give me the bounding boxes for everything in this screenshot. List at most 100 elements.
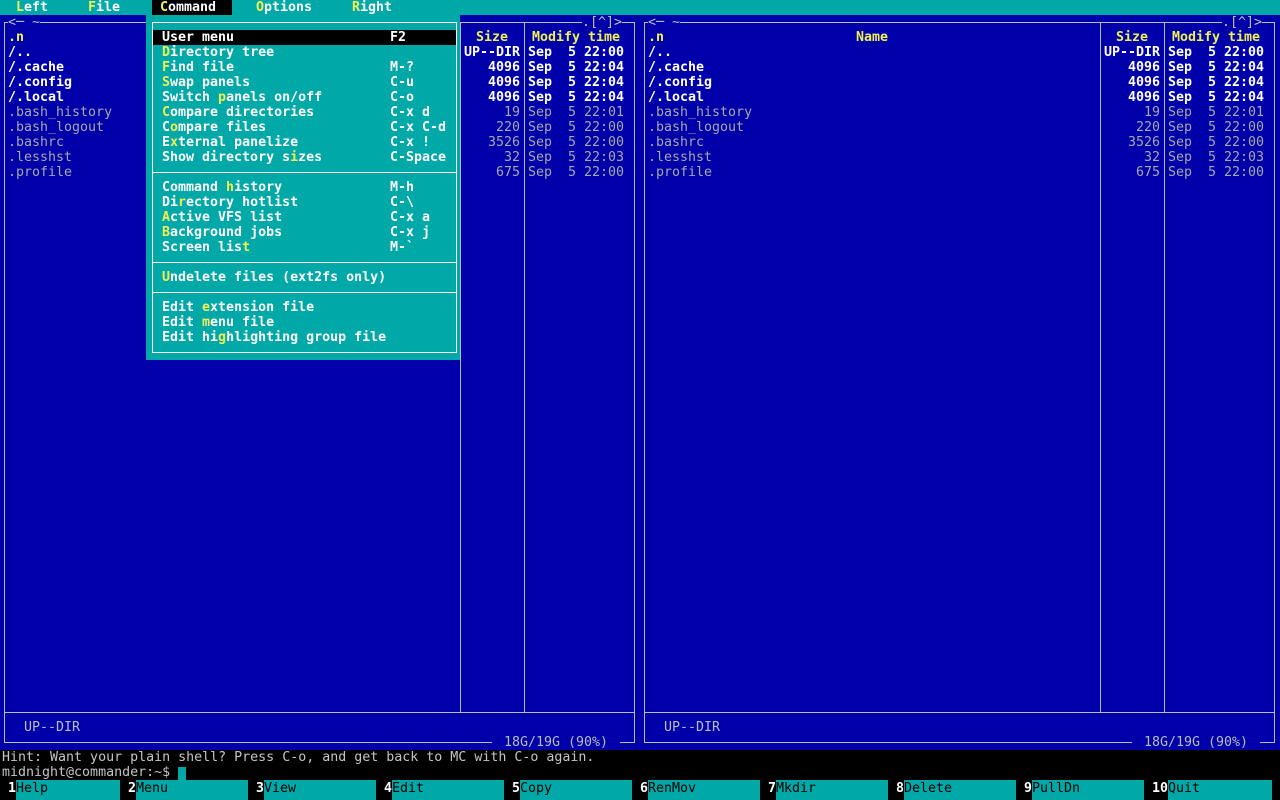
file-panel-right: <─ ~ .[^]> .n Name Size Modify time/.. UP--DIR… bbox=[640, 0, 1280, 750]
panel-ministatus-border bbox=[644, 712, 1275, 713]
menu-item-pre: Screen lis bbox=[162, 240, 243, 255]
menu-item-post: ackground jobs bbox=[170, 225, 283, 240]
fkey-3-view[interactable]: View bbox=[264, 780, 376, 800]
column-header-size[interactable]: Size bbox=[1104, 30, 1160, 45]
menu-item-shortcut: C-x d bbox=[390, 105, 431, 120]
file-row-profile[interactable]: .profile 675 Sep 5 22:00 bbox=[645, 165, 1275, 180]
file-mtime: Sep 5 22:04 bbox=[1168, 90, 1265, 105]
fkey-number-10[interactable]: 10 bbox=[1152, 780, 1168, 800]
menu-item-label: Screen list bbox=[162, 240, 250, 255]
menu-item-edit-highlighting-group-file[interactable]: Edit highlighting group file bbox=[153, 330, 456, 345]
menu-item-pre: Show directory s bbox=[162, 150, 291, 165]
menu-item-label: Compare files bbox=[162, 120, 266, 135]
file-row-config[interactable]: /.config 4096 Sep 5 22:04 bbox=[645, 75, 1275, 90]
file-name: /.local bbox=[648, 90, 705, 105]
menu-item-shortcut: M-` bbox=[390, 240, 415, 255]
menu-item-hotkey: p bbox=[218, 90, 227, 105]
file-mtime: Sep 5 22:04 bbox=[528, 90, 625, 105]
file-size: 19 bbox=[503, 105, 520, 120]
menu-item-background-jobs[interactable]: Background jobs C-x j bbox=[153, 225, 456, 240]
menu-item-directory-tree[interactable]: Directory tree bbox=[153, 45, 456, 60]
menu-item-command-history[interactable]: Command history M-h bbox=[153, 180, 456, 195]
file-name: .bashrc bbox=[8, 135, 65, 150]
menu-item-active-vfs-list[interactable]: Active VFS list C-x a bbox=[153, 210, 456, 225]
fkey-number-2[interactable]: 2 bbox=[128, 780, 136, 800]
fkey-9-pulldn[interactable]: PullDn bbox=[1032, 780, 1144, 800]
menu-item-swap-panels[interactable]: Swap panels C-u bbox=[153, 75, 456, 90]
function-key-bar: 1 Help 2 Menu 3 View 4 Edit 5 Copy 6 RenMov 7 Mkdir 8 D… bbox=[0, 780, 1280, 800]
file-name: /.. bbox=[648, 45, 673, 60]
file-mtime: Sep 5 22:00 bbox=[1168, 120, 1265, 135]
menu-item-edit-menu-file[interactable]: Edit menu file bbox=[153, 315, 456, 330]
file-mtime: Sep 5 22:00 bbox=[528, 135, 625, 150]
file-row-local[interactable]: /.local 4096 Sep 5 22:04 bbox=[645, 90, 1275, 105]
column-header-mtime[interactable]: Modify time bbox=[528, 30, 624, 45]
menu-item-label: Find file bbox=[162, 60, 234, 75]
menu-item-user-menu[interactable]: User menu F2 bbox=[153, 30, 456, 45]
fkey-number-9[interactable]: 9 bbox=[1024, 780, 1032, 800]
column-header-name[interactable]: Name bbox=[648, 30, 1096, 45]
menu-item-post: enu file bbox=[210, 315, 275, 330]
menu-item-label: Show directory sizes bbox=[162, 150, 322, 165]
menu-item-label: External panelize bbox=[162, 135, 298, 150]
shell-cursor bbox=[178, 767, 186, 780]
fkey-5-copy[interactable]: Copy bbox=[520, 780, 632, 800]
menu-item-directory-hotlist[interactable]: Directory hotlist C-\ bbox=[153, 195, 456, 210]
fkey-7-mkdir[interactable]: Mkdir bbox=[776, 780, 888, 800]
menu-item-hotkey: U bbox=[162, 270, 171, 285]
panel-nav-buttons[interactable]: .[^]> bbox=[1222, 15, 1263, 30]
menu-item-hotkey: r bbox=[178, 195, 187, 210]
menu-item-pre: Di bbox=[162, 195, 179, 210]
fkey-1-help[interactable]: Help bbox=[16, 780, 120, 800]
menu-item-compare-directories[interactable]: Compare directories C-x d bbox=[153, 105, 456, 120]
column-header-mtime[interactable]: Modify time bbox=[1168, 30, 1264, 45]
panel-history-back-button[interactable]: <─ ~ bbox=[8, 15, 41, 30]
fkey-2-menu[interactable]: Menu bbox=[136, 780, 248, 800]
file-name: /.config bbox=[8, 75, 73, 90]
fkey-number-8[interactable]: 8 bbox=[896, 780, 904, 800]
file-size: 3526 bbox=[487, 135, 520, 150]
file-name: .lesshst bbox=[8, 150, 73, 165]
fkey-number-4[interactable]: 4 bbox=[384, 780, 392, 800]
menu-item-shortcut: C-x j bbox=[390, 225, 431, 240]
menu-item-pre: Edit bbox=[162, 300, 203, 315]
menu-item-compare-files[interactable]: Compare files C-x C-d bbox=[153, 120, 456, 135]
menu-item-hotkey: F bbox=[162, 60, 171, 75]
panel-history-back-button[interactable]: <─ ~ bbox=[648, 15, 681, 30]
menu-item-edit-extension-file[interactable]: Edit extension file bbox=[153, 300, 456, 315]
menu-item-hotkey: e bbox=[202, 300, 211, 315]
file-row-bash-logout[interactable]: .bash_logout 220 Sep 5 22:00 bbox=[645, 120, 1275, 135]
menu-item-post: istory bbox=[234, 180, 283, 195]
fkey-4-edit[interactable]: Edit bbox=[392, 780, 504, 800]
menu-item-shortcut: C-Space bbox=[390, 150, 447, 165]
menu-item-switch-panels-on-off[interactable]: Switch panels on/off C-o bbox=[153, 90, 456, 105]
fkey-number-3[interactable]: 3 bbox=[256, 780, 264, 800]
menu-item-label: Compare directories bbox=[162, 105, 314, 120]
file-mtime: Sep 5 22:03 bbox=[528, 150, 625, 165]
menu-item-find-file[interactable]: Find file M-? bbox=[153, 60, 456, 75]
menu-item-post: wap panels bbox=[170, 75, 251, 90]
fkey-10-quit[interactable]: Quit bbox=[1168, 780, 1272, 800]
fkey-8-delete[interactable]: Delete bbox=[904, 780, 1016, 800]
menu-item-pre: Edit bbox=[162, 315, 203, 330]
menu-item-external-panelize[interactable]: External panelize C-x ! bbox=[153, 135, 456, 150]
menu-item-undelete-files-ext2fs-only[interactable]: Undelete files (ext2fs only) bbox=[153, 270, 456, 285]
fkey-number-6[interactable]: 6 bbox=[640, 780, 648, 800]
file-row-item[interactable]: /.. UP--DIR Sep 5 22:00 bbox=[645, 45, 1275, 60]
panel-nav-buttons[interactable]: .[^]> bbox=[582, 15, 623, 30]
shell-prompt[interactable]: midnight@commander:~$ bbox=[2, 765, 170, 780]
fkey-6-renmov[interactable]: RenMov bbox=[648, 780, 760, 800]
fkey-number-7[interactable]: 7 bbox=[768, 780, 776, 800]
file-row-bash-history[interactable]: .bash_history 19 Sep 5 22:01 bbox=[645, 105, 1275, 120]
fkey-number-1[interactable]: 1 bbox=[0, 780, 16, 800]
file-row-cache[interactable]: /.cache 4096 Sep 5 22:04 bbox=[645, 60, 1275, 75]
menu-item-hotkey: x bbox=[170, 135, 179, 150]
file-row-bashrc[interactable]: .bashrc 3526 Sep 5 22:00 bbox=[645, 135, 1275, 150]
fkey-number-5[interactable]: 5 bbox=[512, 780, 520, 800]
menu-item-label: Command history bbox=[162, 180, 282, 195]
file-row-lesshst[interactable]: .lesshst 32 Sep 5 22:03 bbox=[645, 150, 1275, 165]
menu-item-post: hlighting group file bbox=[226, 330, 387, 345]
column-header-size[interactable]: Size bbox=[464, 30, 520, 45]
menu-item-screen-list[interactable]: Screen list M-` bbox=[153, 240, 456, 255]
menu-item-show-directory-sizes[interactable]: Show directory sizes C-Space bbox=[153, 150, 456, 165]
